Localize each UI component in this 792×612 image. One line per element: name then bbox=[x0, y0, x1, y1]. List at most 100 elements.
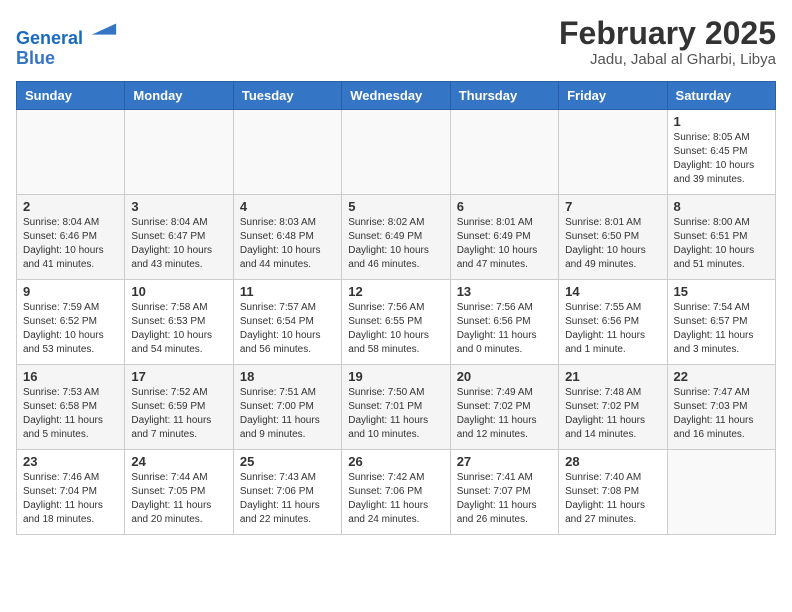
day-info: Sunrise: 7:42 AM Sunset: 7:06 PM Dayligh… bbox=[348, 471, 443, 527]
day-number: 7 bbox=[565, 199, 660, 214]
day-info: Sunrise: 8:02 AM Sunset: 6:49 PM Dayligh… bbox=[348, 216, 443, 272]
calendar-cell: 5 Sunrise: 8:02 AM Sunset: 6:49 PM Daylig… bbox=[342, 194, 450, 279]
day-info: Sunrise: 7:48 AM Sunset: 7:02 PM Dayligh… bbox=[565, 386, 660, 442]
calendar-cell: 16Sunrise: 7:53 AM Sunset: 6:58 PM Dayli… bbox=[17, 364, 125, 449]
calendar-cell: 13 Sunrise: 7:56 AM Sunset: 6:56 PM Dayli… bbox=[450, 279, 558, 364]
calendar-cell: 15 Sunrise: 7:54 AM Sunset: 6:57 PM Dayli… bbox=[667, 279, 775, 364]
col-header-thursday: Thursday bbox=[450, 81, 558, 109]
logo-blue: Blue bbox=[16, 49, 118, 69]
calendar-cell: 3Sunrise: 8:04 AM Sunset: 6:47 PM Daylig… bbox=[125, 194, 233, 279]
day-info: Sunrise: 7:51 AM Sunset: 7:00 PM Dayligh… bbox=[240, 386, 335, 442]
calendar-cell: 24 Sunrise: 7:44 AM Sunset: 7:05 PM Dayli… bbox=[125, 449, 233, 534]
day-info: Sunrise: 7:53 AM Sunset: 6:58 PM Dayligh… bbox=[23, 386, 118, 442]
day-info: Sunrise: 7:40 AM Sunset: 7:08 PM Dayligh… bbox=[565, 471, 660, 527]
day-info: Sunrise: 7:57 AM Sunset: 6:54 PM Dayligh… bbox=[240, 301, 335, 357]
day-number: 13 bbox=[457, 284, 552, 299]
day-info: Sunrise: 7:55 AM Sunset: 6:56 PM Dayligh… bbox=[565, 301, 660, 357]
calendar-cell: 28 Sunrise: 7:40 AM Sunset: 7:08 PM Dayli… bbox=[559, 449, 667, 534]
day-info: Sunrise: 7:56 AM Sunset: 6:55 PM Dayligh… bbox=[348, 301, 443, 357]
day-info: Sunrise: 7:43 AM Sunset: 7:06 PM Dayligh… bbox=[240, 471, 335, 527]
day-number: 20 bbox=[457, 369, 552, 384]
logo-icon bbox=[90, 16, 118, 44]
day-number: 21 bbox=[565, 369, 660, 384]
logo-text: General bbox=[16, 16, 118, 49]
calendar-cell bbox=[342, 109, 450, 194]
day-number: 4 bbox=[240, 199, 335, 214]
calendar-cell bbox=[125, 109, 233, 194]
calendar-header-row: SundayMondayTuesdayWednesdayThursdayFrid… bbox=[17, 81, 776, 109]
day-info: Sunrise: 8:05 AM Sunset: 6:45 PM Dayligh… bbox=[674, 131, 769, 187]
calendar-cell: 27 Sunrise: 7:41 AM Sunset: 7:07 PM Dayli… bbox=[450, 449, 558, 534]
day-info: Sunrise: 7:47 AM Sunset: 7:03 PM Dayligh… bbox=[674, 386, 769, 442]
calendar-cell: 2 Sunrise: 8:04 AM Sunset: 6:46 PM Daylig… bbox=[17, 194, 125, 279]
col-header-tuesday: Tuesday bbox=[233, 81, 341, 109]
day-number: 26 bbox=[348, 454, 443, 469]
calendar-cell: 17Sunrise: 7:52 AM Sunset: 6:59 PM Dayli… bbox=[125, 364, 233, 449]
col-header-friday: Friday bbox=[559, 81, 667, 109]
day-info: Sunrise: 8:01 AM Sunset: 6:49 PM Dayligh… bbox=[457, 216, 552, 272]
day-number: 22 bbox=[674, 369, 769, 384]
page-header: General Blue February 2025 Jadu, Jabal a… bbox=[16, 16, 776, 69]
day-number: 23 bbox=[23, 454, 118, 469]
day-number: 6 bbox=[457, 199, 552, 214]
calendar-cell: 12 Sunrise: 7:56 AM Sunset: 6:55 PM Dayli… bbox=[342, 279, 450, 364]
calendar-cell bbox=[667, 449, 775, 534]
calendar-cell bbox=[450, 109, 558, 194]
calendar-week-row: 2 Sunrise: 8:04 AM Sunset: 6:46 PM Daylig… bbox=[17, 194, 776, 279]
day-info: Sunrise: 7:56 AM Sunset: 6:56 PM Dayligh… bbox=[457, 301, 552, 357]
day-info: Sunrise: 8:00 AM Sunset: 6:51 PM Dayligh… bbox=[674, 216, 769, 272]
month-title: February 2025 bbox=[559, 16, 776, 51]
day-info: Sunrise: 7:41 AM Sunset: 7:07 PM Dayligh… bbox=[457, 471, 552, 527]
day-number: 8 bbox=[674, 199, 769, 214]
day-info: Sunrise: 7:54 AM Sunset: 6:57 PM Dayligh… bbox=[674, 301, 769, 357]
col-header-wednesday: Wednesday bbox=[342, 81, 450, 109]
calendar-cell: 21 Sunrise: 7:48 AM Sunset: 7:02 PM Dayli… bbox=[559, 364, 667, 449]
calendar-cell: 9Sunrise: 7:59 AM Sunset: 6:52 PM Daylig… bbox=[17, 279, 125, 364]
title-block: February 2025 Jadu, Jabal al Gharbi, Lib… bbox=[559, 16, 776, 68]
calendar-cell: 19 Sunrise: 7:50 AM Sunset: 7:01 PM Dayli… bbox=[342, 364, 450, 449]
day-number: 17 bbox=[131, 369, 226, 384]
day-info: Sunrise: 8:01 AM Sunset: 6:50 PM Dayligh… bbox=[565, 216, 660, 272]
calendar-cell: 1 Sunrise: 8:05 AM Sunset: 6:45 PM Daylig… bbox=[667, 109, 775, 194]
calendar-cell: 23Sunrise: 7:46 AM Sunset: 7:04 PM Dayli… bbox=[17, 449, 125, 534]
day-info: Sunrise: 7:58 AM Sunset: 6:53 PM Dayligh… bbox=[131, 301, 226, 357]
calendar-cell: 4 Sunrise: 8:03 AM Sunset: 6:48 PM Daylig… bbox=[233, 194, 341, 279]
calendar-cell: 11Sunrise: 7:57 AM Sunset: 6:54 PM Dayli… bbox=[233, 279, 341, 364]
day-number: 10 bbox=[131, 284, 226, 299]
day-info: Sunrise: 7:59 AM Sunset: 6:52 PM Dayligh… bbox=[23, 301, 118, 357]
calendar-table: SundayMondayTuesdayWednesdayThursdayFrid… bbox=[16, 81, 776, 535]
calendar-week-row: 23Sunrise: 7:46 AM Sunset: 7:04 PM Dayli… bbox=[17, 449, 776, 534]
day-number: 24 bbox=[131, 454, 226, 469]
day-number: 27 bbox=[457, 454, 552, 469]
calendar-cell: 14 Sunrise: 7:55 AM Sunset: 6:56 PM Dayli… bbox=[559, 279, 667, 364]
col-header-monday: Monday bbox=[125, 81, 233, 109]
col-header-saturday: Saturday bbox=[667, 81, 775, 109]
day-info: Sunrise: 8:04 AM Sunset: 6:46 PM Dayligh… bbox=[23, 216, 118, 272]
day-info: Sunrise: 8:03 AM Sunset: 6:48 PM Dayligh… bbox=[240, 216, 335, 272]
day-number: 15 bbox=[674, 284, 769, 299]
day-number: 14 bbox=[565, 284, 660, 299]
day-number: 19 bbox=[348, 369, 443, 384]
calendar-cell: 7 Sunrise: 8:01 AM Sunset: 6:50 PM Daylig… bbox=[559, 194, 667, 279]
col-header-sunday: Sunday bbox=[17, 81, 125, 109]
calendar-cell: 8 Sunrise: 8:00 AM Sunset: 6:51 PM Daylig… bbox=[667, 194, 775, 279]
day-number: 28 bbox=[565, 454, 660, 469]
day-info: Sunrise: 7:44 AM Sunset: 7:05 PM Dayligh… bbox=[131, 471, 226, 527]
calendar-week-row: 1 Sunrise: 8:05 AM Sunset: 6:45 PM Daylig… bbox=[17, 109, 776, 194]
calendar-cell: 25 Sunrise: 7:43 AM Sunset: 7:06 PM Dayli… bbox=[233, 449, 341, 534]
day-info: Sunrise: 7:50 AM Sunset: 7:01 PM Dayligh… bbox=[348, 386, 443, 442]
calendar-cell: 26 Sunrise: 7:42 AM Sunset: 7:06 PM Dayli… bbox=[342, 449, 450, 534]
calendar-cell: 22 Sunrise: 7:47 AM Sunset: 7:03 PM Dayli… bbox=[667, 364, 775, 449]
logo-general: General bbox=[16, 28, 83, 48]
day-number: 12 bbox=[348, 284, 443, 299]
day-number: 5 bbox=[348, 199, 443, 214]
calendar-week-row: 9Sunrise: 7:59 AM Sunset: 6:52 PM Daylig… bbox=[17, 279, 776, 364]
calendar-cell: 6 Sunrise: 8:01 AM Sunset: 6:49 PM Daylig… bbox=[450, 194, 558, 279]
calendar-cell bbox=[233, 109, 341, 194]
day-number: 25 bbox=[240, 454, 335, 469]
calendar-cell: 10 Sunrise: 7:58 AM Sunset: 6:53 PM Dayli… bbox=[125, 279, 233, 364]
calendar-cell bbox=[559, 109, 667, 194]
calendar-cell: 20Sunrise: 7:49 AM Sunset: 7:02 PM Dayli… bbox=[450, 364, 558, 449]
day-number: 1 bbox=[674, 114, 769, 129]
day-number: 2 bbox=[23, 199, 118, 214]
